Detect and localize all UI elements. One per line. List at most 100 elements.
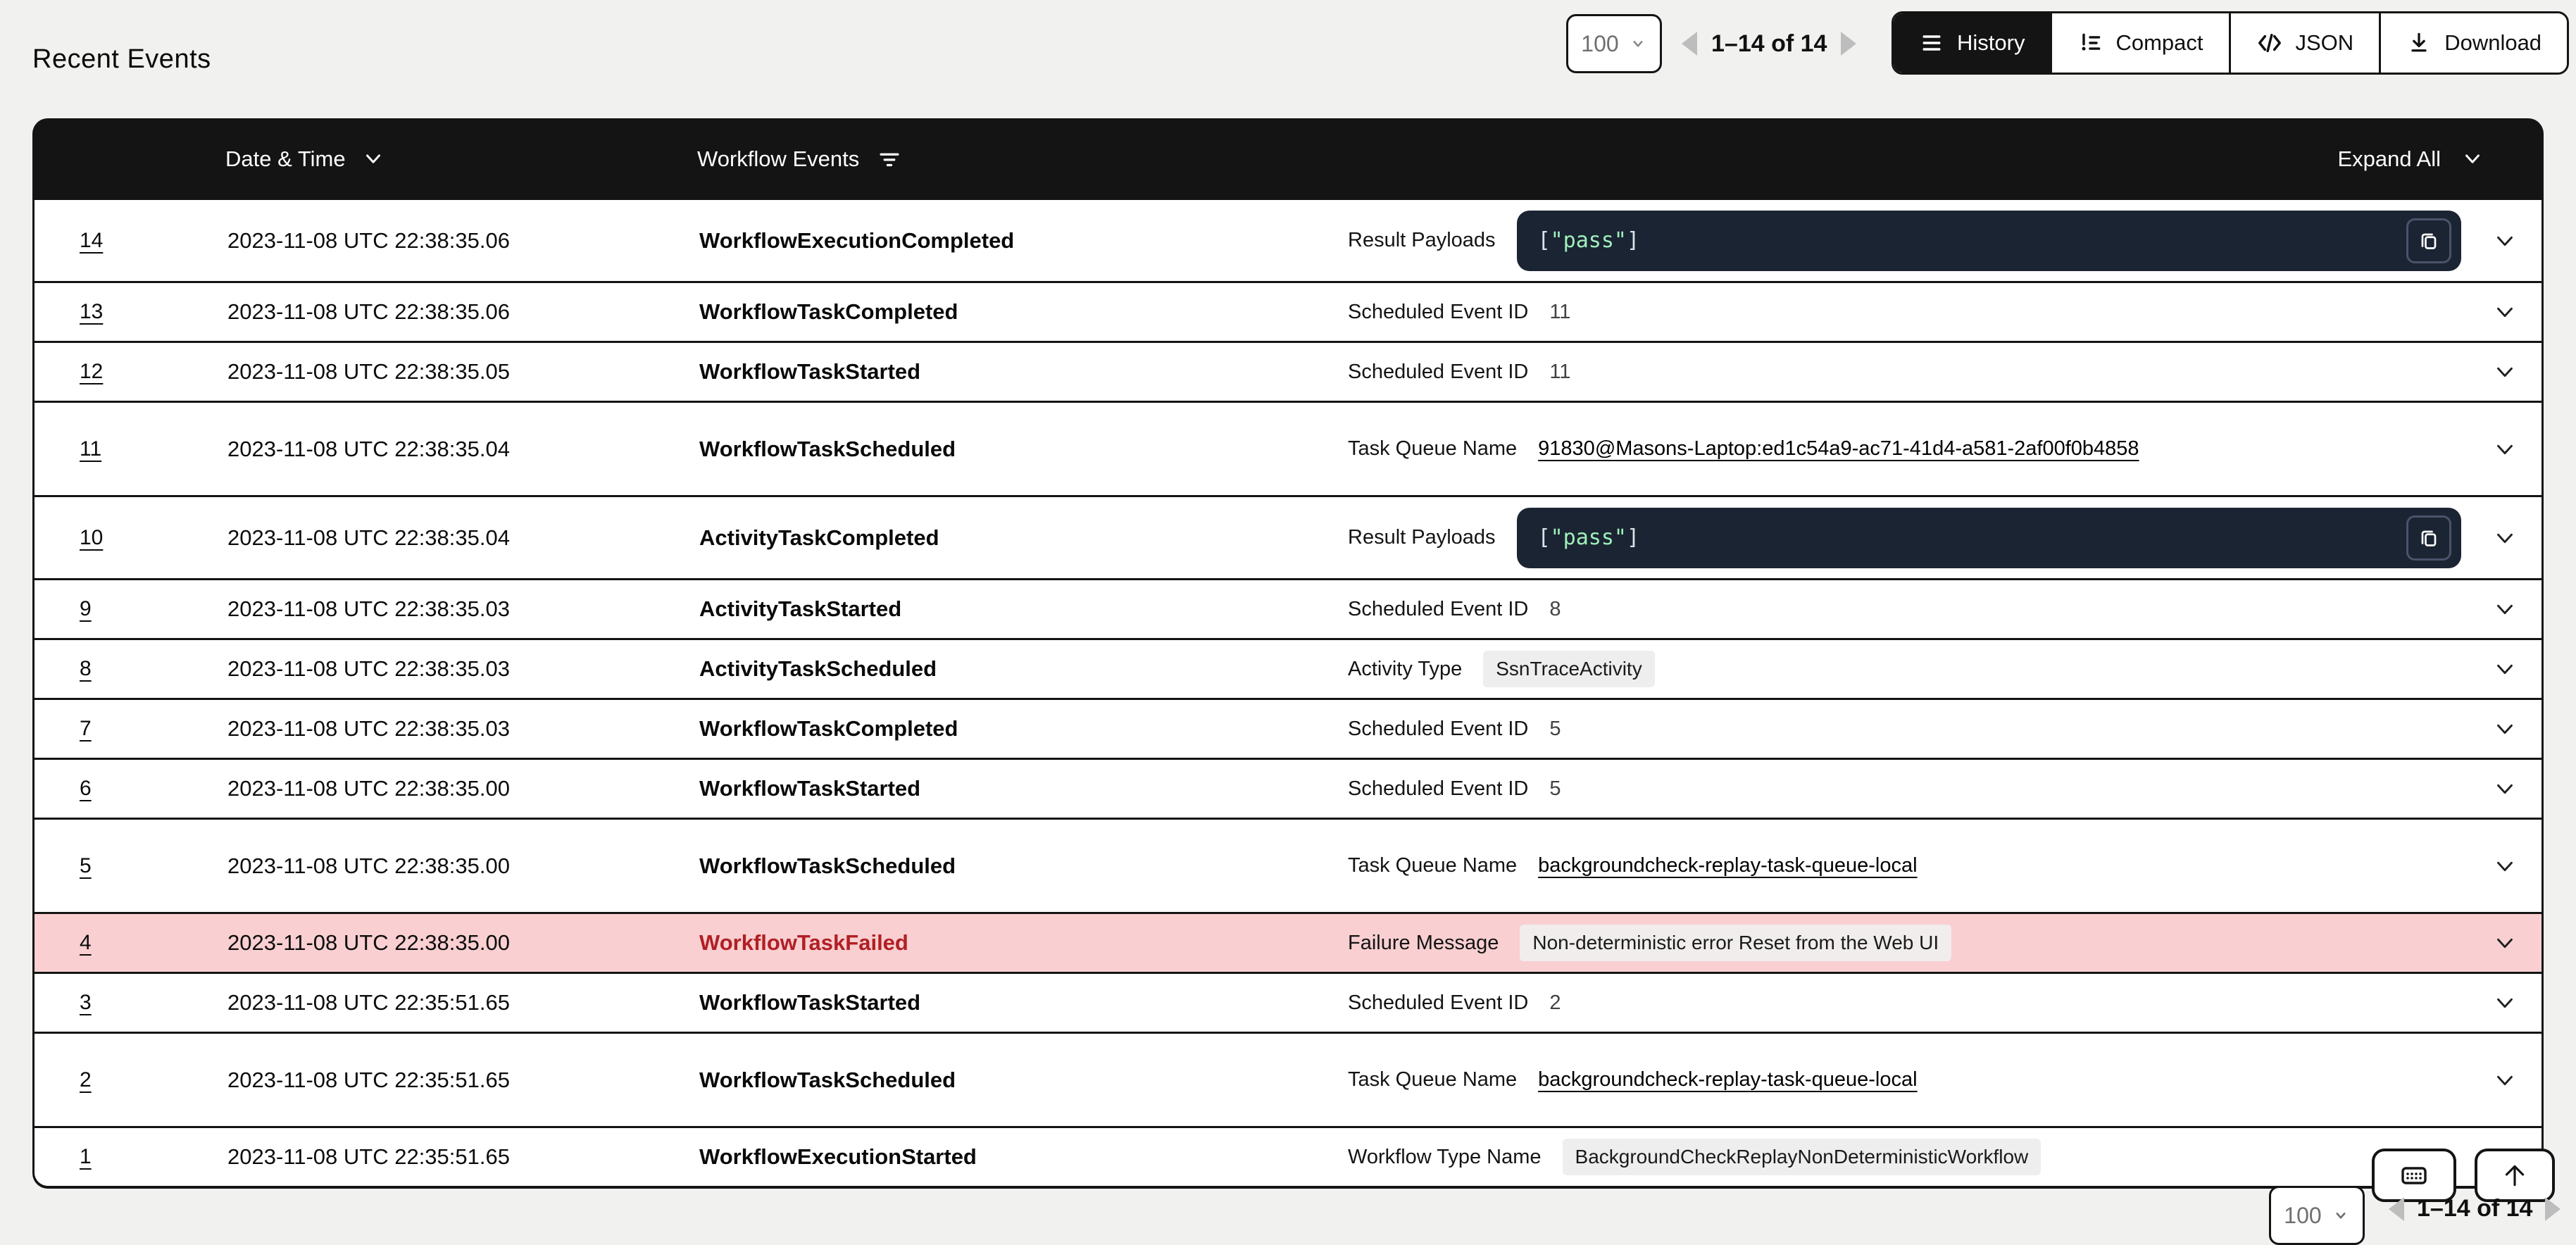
next-page-icon[interactable] (1841, 32, 1856, 56)
event-id-link[interactable]: 12 (80, 360, 103, 383)
per-page-value: 100 (1581, 31, 1618, 57)
event-detail: Scheduled Event ID 11 (1348, 361, 2468, 384)
event-timestamp: 2023-11-08 UTC 22:38:35.04 (227, 437, 699, 462)
pagination-bottom: 1–14 of 14 (2389, 1195, 2561, 1222)
per-page-value: 100 (2284, 1203, 2321, 1229)
event-id-link[interactable]: 2 (80, 1068, 92, 1091)
detail-label: Scheduled Event ID (1348, 301, 1528, 324)
per-page-select[interactable]: 100 (1566, 14, 1662, 73)
column-date-time[interactable]: Date & Time (225, 146, 697, 172)
event-type: ActivityTaskScheduled (699, 656, 1348, 682)
copy-icon[interactable] (2406, 218, 2451, 263)
per-page-select-bottom[interactable]: 100 (2269, 1186, 2365, 1245)
scroll-to-top-button[interactable] (2475, 1149, 2555, 1202)
table-row[interactable]: 4 2023-11-08 UTC 22:38:35.00 WorkflowTas… (35, 912, 2541, 972)
detail-label: Scheduled Event ID (1348, 361, 1528, 384)
event-id-link[interactable]: 9 (80, 597, 92, 620)
page-title: Recent Events (32, 44, 211, 75)
event-id-link[interactable]: 10 (80, 526, 103, 549)
detail-value: 11 (1549, 301, 1570, 324)
event-id-link[interactable]: 13 (80, 300, 103, 323)
hamburger-icon (1919, 30, 1944, 56)
event-type: WorkflowTaskStarted (699, 359, 1348, 384)
table-row[interactable]: 14 2023-11-08 UTC 22:38:35.06 WorkflowEx… (35, 200, 2541, 281)
chevron-down-icon[interactable] (2468, 299, 2541, 325)
previous-page-icon[interactable] (1682, 32, 1697, 56)
table-row[interactable]: 9 2023-11-08 UTC 22:38:35.03 ActivityTas… (35, 578, 2541, 638)
chevron-down-icon[interactable] (2468, 525, 2541, 551)
table-header: Date & Time Workflow Events Expand All (32, 118, 2544, 200)
column-workflow-events[interactable]: Workflow Events (697, 146, 901, 172)
chevron-down-icon (2332, 1206, 2350, 1225)
chevron-down-icon[interactable] (2468, 989, 2541, 1016)
chevron-down-icon (1629, 35, 1647, 53)
copy-icon[interactable] (2406, 515, 2451, 561)
event-id-link[interactable]: 8 (80, 657, 92, 680)
detail-link[interactable]: backgroundcheck-replay-task-queue-local (1538, 1068, 1917, 1091)
detail-link[interactable]: 91830@Masons-Laptop:ed1c54a9-ac71-41d4-a… (1538, 437, 2139, 461)
keyboard-shortcuts-button[interactable] (2372, 1149, 2456, 1202)
detail-label: Workflow Type Name (1348, 1146, 1542, 1169)
view-switcher: History Compact JSON Download (1892, 11, 2569, 75)
event-id-link[interactable]: 6 (80, 777, 92, 800)
previous-page-icon[interactable] (2389, 1197, 2404, 1221)
payload-pill: ["pass"] (1517, 211, 2461, 271)
event-id-link[interactable]: 14 (80, 229, 103, 252)
chevron-down-icon[interactable] (2468, 853, 2541, 880)
event-id-link[interactable]: 7 (80, 717, 92, 740)
event-id-link[interactable]: 11 (80, 437, 101, 461)
chevron-down-icon[interactable] (2468, 436, 2541, 463)
chevron-down-icon[interactable] (2468, 715, 2541, 742)
table-row[interactable]: 8 2023-11-08 UTC 22:38:35.03 ActivityTas… (35, 638, 2541, 698)
events-table: Date & Time Workflow Events Expand All 1… (32, 118, 2544, 1189)
download-button[interactable]: Download (2379, 13, 2567, 73)
table-body: 14 2023-11-08 UTC 22:38:35.06 WorkflowEx… (35, 200, 2541, 1186)
table-row[interactable]: 5 2023-11-08 UTC 22:38:35.00 WorkflowTas… (35, 818, 2541, 912)
event-timestamp: 2023-11-08 UTC 22:38:35.00 (227, 853, 699, 879)
table-row[interactable]: 11 2023-11-08 UTC 22:38:35.04 WorkflowTa… (35, 401, 2541, 495)
next-page-icon[interactable] (2545, 1197, 2561, 1221)
chevron-down-icon[interactable] (2468, 358, 2541, 385)
detail-label: Scheduled Event ID (1348, 777, 1528, 801)
chevron-down-icon[interactable] (2468, 775, 2541, 802)
event-id-link[interactable]: 4 (80, 931, 92, 954)
event-detail: Scheduled Event ID 5 (1348, 777, 2468, 801)
event-id-link[interactable]: 3 (80, 991, 92, 1014)
chevron-down-icon[interactable] (2468, 930, 2541, 956)
detail-label: Scheduled Event ID (1348, 718, 1528, 741)
detail-badge: SsnTraceActivity (1483, 651, 1654, 687)
chevron-down-icon[interactable] (2468, 596, 2541, 622)
table-row[interactable]: 6 2023-11-08 UTC 22:38:35.00 WorkflowTas… (35, 758, 2541, 818)
event-type: ActivityTaskCompleted (699, 525, 1348, 551)
table-row[interactable]: 12 2023-11-08 UTC 22:38:35.05 WorkflowTa… (35, 341, 2541, 401)
detail-label: Result Payloads (1348, 526, 1496, 549)
detail-link[interactable]: backgroundcheck-replay-task-queue-local (1538, 854, 1917, 877)
code-icon (2256, 30, 2283, 56)
event-id-link[interactable]: 5 (80, 854, 92, 877)
chevron-down-icon[interactable] (2468, 1067, 2541, 1094)
event-type: WorkflowTaskFailed (699, 930, 1348, 956)
event-type: WorkflowTaskScheduled (699, 437, 1348, 462)
event-timestamp: 2023-11-08 UTC 22:38:35.04 (227, 525, 699, 551)
table-row[interactable]: 13 2023-11-08 UTC 22:38:35.06 WorkflowTa… (35, 281, 2541, 341)
chevron-down-icon[interactable] (2468, 227, 2541, 254)
tab-compact[interactable]: Compact (2050, 13, 2228, 73)
tab-json[interactable]: JSON (2229, 13, 2380, 73)
tab-history[interactable]: History (1894, 13, 2050, 73)
table-row[interactable]: 10 2023-11-08 UTC 22:38:35.04 ActivityTa… (35, 495, 2541, 578)
event-timestamp: 2023-11-08 UTC 22:35:51.65 (227, 1144, 699, 1170)
event-type: ActivityTaskStarted (699, 596, 1348, 622)
event-timestamp: 2023-11-08 UTC 22:38:35.03 (227, 716, 699, 742)
event-type: WorkflowTaskCompleted (699, 716, 1348, 742)
table-row[interactable]: 1 2023-11-08 UTC 22:35:51.65 WorkflowExe… (35, 1126, 2541, 1186)
event-timestamp: 2023-11-08 UTC 22:38:35.03 (227, 656, 699, 682)
event-id-link[interactable]: 1 (80, 1145, 92, 1168)
pagination-range: 1–14 of 14 (2417, 1195, 2532, 1222)
detail-label: Task Queue Name (1348, 1068, 1517, 1091)
expand-all-button[interactable]: Expand All (2338, 146, 2485, 172)
table-row[interactable]: 2 2023-11-08 UTC 22:35:51.65 WorkflowTas… (35, 1032, 2541, 1126)
chevron-down-icon[interactable] (2468, 656, 2541, 682)
detail-label: Task Queue Name (1348, 854, 1517, 877)
table-row[interactable]: 7 2023-11-08 UTC 22:38:35.03 WorkflowTas… (35, 698, 2541, 758)
table-row[interactable]: 3 2023-11-08 UTC 22:35:51.65 WorkflowTas… (35, 972, 2541, 1032)
